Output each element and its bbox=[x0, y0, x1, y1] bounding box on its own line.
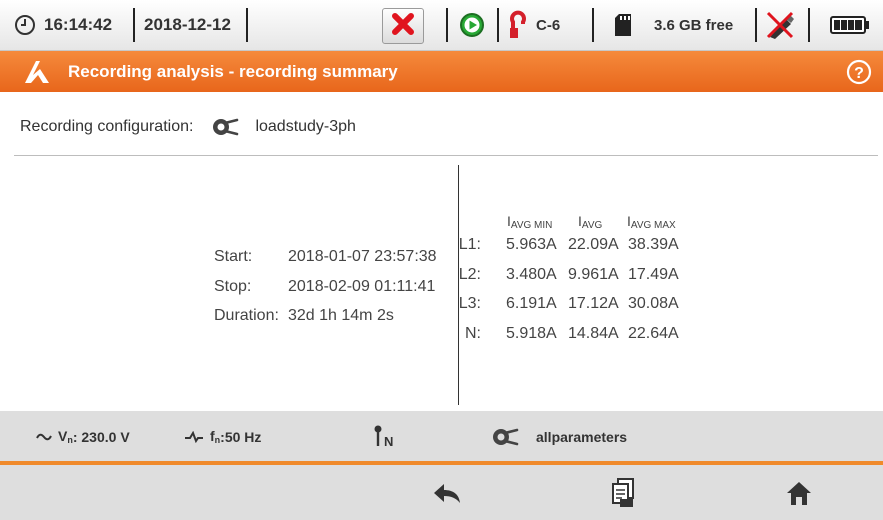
nominal-voltage: Vn : 230.0 V bbox=[36, 411, 130, 462]
svg-text:?: ? bbox=[854, 65, 864, 82]
status-bar: 16:14:42 2018-12-12 C-6 3.6 GB free bbox=[0, 0, 883, 51]
column-header-iavg-max: IAVG MAX bbox=[627, 213, 676, 231]
close-icon bbox=[391, 12, 415, 41]
row-label: N: bbox=[465, 325, 481, 342]
table-cell: 30.08A bbox=[628, 295, 679, 312]
status-time: 16:14:42 bbox=[44, 15, 113, 34]
recording-config-label: Recording configuration: bbox=[20, 118, 194, 135]
page-title: Recording analysis - recording summary bbox=[68, 62, 398, 81]
clamp-icon bbox=[508, 0, 528, 50]
table-cell: 22.09A bbox=[568, 236, 619, 253]
svg-text:N: N bbox=[384, 434, 393, 449]
config-icon bbox=[211, 115, 239, 139]
column-header-iavg-min: IAVG MIN bbox=[507, 213, 553, 231]
divider bbox=[458, 165, 459, 405]
nominal-frequency: fn :50 Hz bbox=[184, 411, 261, 462]
row-label: L3: bbox=[458, 295, 481, 312]
table-cell: 38.39A bbox=[628, 236, 679, 253]
table-cell: 14.84A bbox=[568, 325, 619, 342]
row-label: L2: bbox=[458, 266, 481, 283]
table-cell: 5.918A bbox=[506, 325, 557, 342]
back-icon bbox=[432, 482, 462, 504]
duration-value: 32d 1h 14m 2s bbox=[288, 307, 394, 324]
profile-name: allparameters bbox=[536, 428, 628, 445]
back-button[interactable] bbox=[372, 465, 522, 520]
sd-card-icon bbox=[614, 0, 632, 50]
neutral-icon: N bbox=[372, 424, 400, 450]
logo-icon bbox=[22, 57, 52, 92]
recording-config-row: Recording configuration: loadstudy-3ph bbox=[20, 114, 356, 140]
stop-label: Stop: bbox=[214, 278, 252, 295]
start-label: Start: bbox=[214, 248, 253, 265]
report-button[interactable] bbox=[548, 465, 698, 520]
table-cell: 9.961A bbox=[568, 266, 619, 283]
divider bbox=[14, 155, 878, 156]
report-icon bbox=[608, 477, 638, 509]
help-icon[interactable]: ? bbox=[846, 59, 872, 90]
row-label: L1: bbox=[458, 236, 481, 253]
info-strip bbox=[0, 411, 883, 462]
clock-icon bbox=[14, 0, 36, 50]
home-icon bbox=[785, 480, 813, 506]
usb-disconnected-icon bbox=[764, 0, 796, 50]
play-icon[interactable] bbox=[459, 0, 485, 50]
title-bar: Recording analysis - recording summary ? bbox=[0, 51, 883, 92]
column-header-iavg: IAVG bbox=[578, 213, 603, 231]
ac-wave-icon bbox=[36, 432, 52, 442]
frequency-icon bbox=[184, 430, 204, 443]
stop-value: 2018-02-09 01:11:41 bbox=[288, 278, 436, 295]
battery-icon bbox=[830, 0, 870, 50]
table-cell: 6.191A bbox=[506, 295, 557, 312]
table-cell: 5.963A bbox=[506, 236, 557, 253]
table-cell: 3.480A bbox=[506, 266, 557, 283]
measurement-profile: allparameters bbox=[491, 411, 627, 462]
duration-label: Duration: bbox=[214, 307, 279, 324]
stop-button[interactable] bbox=[382, 8, 424, 44]
start-value: 2018-01-07 23:57:38 bbox=[288, 248, 437, 265]
table-cell: 22.64A bbox=[628, 325, 679, 342]
config-icon bbox=[491, 425, 519, 449]
home-button[interactable] bbox=[724, 465, 874, 520]
table-cell: 17.49A bbox=[628, 266, 679, 283]
status-date: 2018-12-12 bbox=[144, 15, 231, 34]
recording-config-name: loadstudy-3ph bbox=[255, 118, 356, 135]
network-type: N bbox=[372, 411, 400, 462]
clamp-type: C-6 bbox=[536, 16, 561, 34]
storage-free: 3.6 GB free bbox=[654, 16, 734, 34]
table-cell: 17.12A bbox=[568, 295, 619, 312]
